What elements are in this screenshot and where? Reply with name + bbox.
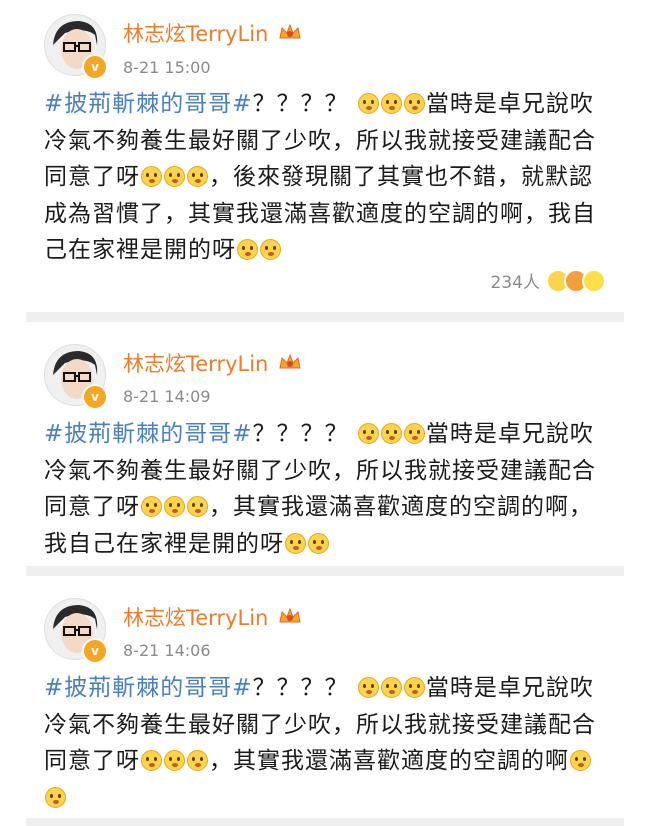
content-text: ，其實我還滿喜歡適度的空調的啊， — [209, 494, 593, 520]
content-text: 冷氣不夠養生最好關了少吹，所以我就接受建議配合 — [44, 457, 596, 484]
verified-badge-icon: v — [82, 384, 108, 410]
post-content: #披荊斬棘的哥哥#？？？？ 當時是卓兄說吹 冷氣不夠養生最好關了少吹，所以我就接… — [44, 670, 634, 816]
post-content: #披荊斬棘的哥哥#？？？？ 當時是卓兄說吹 冷氣不夠養生最好關了少吹，所以我就接… — [44, 86, 634, 269]
content-text: 己在家裡是開的呀 — [44, 237, 236, 263]
surprised-face-emoji-icon — [164, 750, 185, 771]
post-time: 8-21 14:09 — [123, 387, 211, 406]
surprised-face-emoji-icon — [164, 166, 185, 187]
surprised-face-emoji-icon — [187, 750, 208, 771]
surprised-face-emoji-icon — [380, 677, 402, 698]
weibo-post: v 林志炫TerryLin 8-21 15:00 #披荊斬棘的哥哥#？？？？ 當… — [0, 0, 668, 312]
surprised-face-emoji-icon — [141, 496, 162, 517]
content-text: 冷氣不夠養生最好關了少吹，所以我就接受建議配合 — [44, 711, 596, 738]
crown-icon — [279, 607, 301, 623]
hashtag-link[interactable]: #披荊斬棘的哥哥# — [44, 91, 253, 117]
surprised-face-emoji-icon — [45, 786, 66, 808]
post-divider — [26, 818, 624, 826]
post-divider — [26, 566, 624, 576]
content-line: 我自己在家裡是開的呀 — [44, 526, 634, 563]
post-content: #披荊斬棘的哥哥#？？？？ 當時是卓兄說吹 冷氣不夠養生最好關了少吹，所以我就接… — [44, 416, 634, 562]
laugh-reaction-icon — [582, 268, 606, 293]
crown-icon — [279, 23, 301, 39]
content-text: 同意了呀 — [44, 164, 140, 190]
content-text: 同意了呀 — [44, 748, 140, 774]
content-text: ？？？？ — [252, 91, 349, 117]
content-text: ？？？？ — [252, 421, 349, 447]
post-time: 8-21 15:00 — [123, 58, 211, 77]
author-name[interactable]: 林志炫TerryLin — [123, 348, 268, 378]
post-time: 8-21 14:06 — [123, 641, 211, 660]
weibo-post: v 林志炫TerryLin 8-21 14:09 #披荊斬棘的哥哥#？？？？ 當… — [0, 322, 668, 572]
content-line — [44, 780, 634, 817]
verified-badge-icon: v — [82, 638, 108, 664]
content-line: #披荊斬棘的哥哥#？？？？ 當時是卓兄說吹 — [44, 416, 634, 453]
content-line: 同意了呀 ，其實我還滿喜歡適度的空調的啊， — [44, 489, 634, 526]
content-line: 冷氣不夠養生最好關了少吹，所以我就接受建議配合 — [44, 123, 634, 160]
hashtag-link[interactable]: #披荊斬棘的哥哥# — [44, 421, 253, 447]
content-line: 冷氣不夠養生最好關了少吹，所以我就接受建議配合 — [44, 453, 634, 490]
author-name[interactable]: 林志炫TerryLin — [123, 602, 268, 632]
surprised-face-emoji-icon — [164, 496, 185, 517]
hashtag-link[interactable]: #披荊斬棘的哥哥# — [44, 675, 253, 701]
surprised-face-emoji-icon — [260, 239, 281, 260]
content-line: 同意了呀 ，後來發現關了其實也不錯，就默認 — [44, 159, 634, 196]
post-divider — [26, 312, 624, 322]
surprised-face-emoji-icon — [403, 93, 425, 114]
surprised-face-emoji-icon — [285, 532, 306, 554]
author-name[interactable]: 林志炫TerryLin — [123, 18, 268, 48]
surprised-face-emoji-icon — [403, 423, 425, 444]
content-text: ，後來發現關了其實也不錯，就默認 — [209, 164, 593, 190]
content-line: 同意了呀 ，其實我還滿喜歡適度的空調的啊 — [44, 743, 634, 780]
verified-badge-icon: v — [82, 54, 108, 80]
reaction-icons — [546, 268, 606, 293]
like-stats[interactable]: 234人 — [491, 268, 606, 293]
surprised-face-emoji-icon — [141, 750, 162, 771]
surprised-face-emoji-icon — [187, 496, 208, 517]
surprised-face-emoji-icon — [308, 532, 329, 554]
content-line: 冷氣不夠養生最好關了少吹，所以我就接受建議配合 — [44, 707, 634, 744]
crown-icon — [279, 353, 301, 369]
surprised-face-emoji-icon — [357, 93, 379, 114]
surprised-face-emoji-icon — [357, 677, 379, 698]
surprised-face-emoji-icon — [237, 239, 258, 260]
weibo-post: v 林志炫TerryLin 8-21 14:06 #披荊斬棘的哥哥#？？？？ 當… — [0, 576, 668, 826]
content-text: 當時是卓兄說吹 — [425, 675, 594, 701]
surprised-face-emoji-icon — [141, 166, 162, 187]
content-line: 成為習慣了，其實我還滿喜歡適度的空調的啊，我自 — [44, 196, 634, 233]
content-text: 當時是卓兄說吹 — [425, 91, 594, 117]
content-text: 同意了呀 — [44, 494, 140, 520]
content-line: #披荊斬棘的哥哥#？？？？ 當時是卓兄說吹 — [44, 670, 634, 707]
like-count: 234人 — [490, 273, 540, 293]
surprised-face-emoji-icon — [403, 677, 425, 698]
content-text: 成為習慣了，其實我還滿喜歡適度的空調的啊，我自 — [44, 200, 596, 227]
content-line: 己在家裡是開的呀 — [44, 232, 634, 269]
content-text: 冷氣不夠養生最好關了少吹，所以我就接受建議配合 — [44, 127, 596, 154]
surprised-face-emoji-icon — [570, 750, 591, 771]
surprised-face-emoji-icon — [380, 93, 402, 114]
content-text: 我自己在家裡是開的呀 — [44, 530, 284, 557]
surprised-face-emoji-icon — [380, 423, 402, 444]
content-text: 當時是卓兄說吹 — [425, 421, 594, 447]
surprised-face-emoji-icon — [357, 423, 379, 444]
surprised-face-emoji-icon — [187, 166, 208, 187]
content-text: ，其實我還滿喜歡適度的空調的啊 — [209, 748, 569, 774]
content-text: ？？？？ — [252, 675, 349, 701]
content-line: #披荊斬棘的哥哥#？？？？ 當時是卓兄說吹 — [44, 86, 634, 123]
